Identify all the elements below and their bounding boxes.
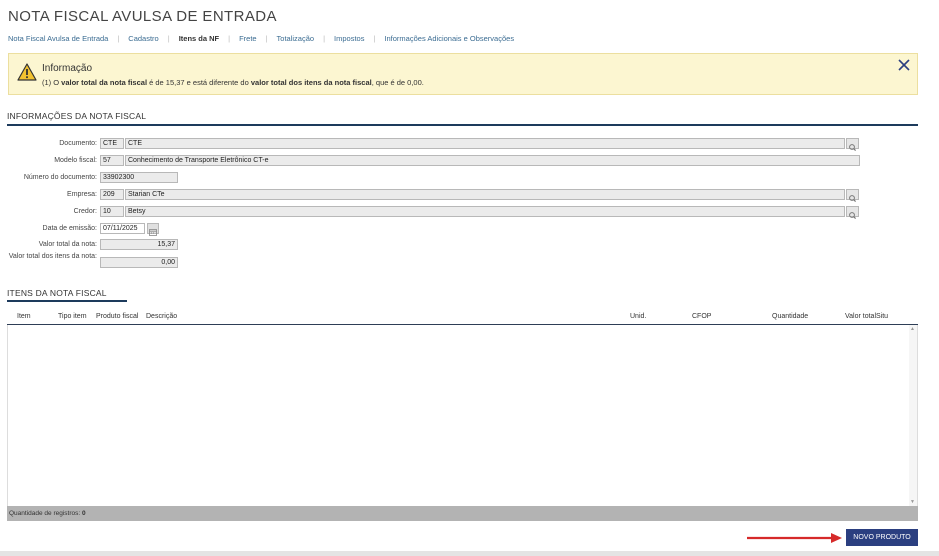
record-count-label: Quantidade de registros: (9, 510, 81, 517)
modelo-desc-field: Conhecimento de Transporte Eletrônico CT… (125, 155, 860, 166)
credor-search-button[interactable] (846, 206, 859, 220)
tab-nota-fiscal[interactable]: Nota Fiscal Avulsa de Entrada (8, 34, 108, 43)
info-title: Informação (42, 63, 93, 74)
tab-cadastro[interactable]: Cadastro (128, 34, 158, 43)
valor-total-field: 15,37 (100, 239, 178, 250)
tab-informacoes-adicionais[interactable]: Informações Adicionais e Observações (384, 34, 514, 43)
modelo-code-field[interactable]: 57 (100, 155, 124, 166)
search-icon (849, 144, 857, 152)
column-header-descricao[interactable]: Descrição (146, 313, 177, 320)
tab-impostos[interactable]: Impostos (334, 34, 364, 43)
warning-icon (17, 63, 37, 81)
record-count-value: 0 (82, 510, 86, 517)
tab-separator: | (117, 33, 120, 43)
data-emissao-field[interactable]: 07/11/2025 (100, 223, 145, 234)
empresa-label: Empresa: (67, 191, 97, 198)
column-header-item[interactable]: Item (17, 313, 31, 320)
info-banner: Informação (1) O valor total da nota fis… (8, 53, 918, 95)
documento-search-button[interactable] (846, 138, 859, 152)
search-icon (849, 212, 857, 220)
vertical-scrollbar[interactable]: ▲ ▼ (909, 325, 917, 506)
tab-bar: Nota Fiscal Avulsa de Entrada | Cadastro |… (8, 32, 514, 44)
bottom-bar (0, 551, 939, 556)
column-header-valor-total[interactable]: Valor total (845, 313, 876, 320)
red-arrow-annotation-icon (747, 533, 842, 543)
column-header-tipo-item[interactable]: Tipo item (58, 313, 87, 320)
tab-separator: | (265, 33, 268, 43)
column-header-cfop[interactable]: CFOP (692, 313, 711, 320)
section-divider (7, 124, 918, 126)
credor-desc-field: Betsy (125, 206, 845, 217)
section-title-info: INFORMAÇÕES DA NOTA FISCAL (7, 111, 147, 121)
tab-totalizacao[interactable]: Totalização (277, 34, 315, 43)
documento-code-field[interactable]: CTE (100, 138, 124, 149)
novo-produto-button[interactable]: NOVO PRODUTO (846, 529, 918, 546)
tab-itens-nf[interactable]: Itens da NF (179, 34, 219, 43)
items-table-header: Item Tipo item Produto fiscal Descrição … (7, 311, 918, 326)
empresa-code-field[interactable]: 209 (100, 189, 124, 200)
info-message: (1) O valor total da nota fiscal é de 15… (42, 78, 424, 87)
search-icon (849, 195, 857, 203)
numero-documento-field[interactable]: 33902300 (100, 172, 178, 183)
items-table-footer: Quantidade de registros: 0 (7, 506, 918, 521)
calendar-icon (149, 229, 157, 236)
items-table-body: ▲ ▼ (7, 325, 918, 506)
column-header-situacao[interactable]: Situ (876, 313, 888, 320)
empresa-desc-field: Starian CTe (125, 189, 845, 200)
modelo-label: Modelo fiscal: (54, 157, 97, 164)
emissao-label: Data de emissão: (42, 225, 97, 232)
page-title: NOTA FISCAL AVULSA DE ENTRADA (8, 8, 277, 25)
documento-label: Documento: (59, 140, 97, 147)
tab-separator: | (167, 33, 170, 43)
valor-itens-label: Valor total dos itens da nota: (8, 253, 97, 260)
empresa-search-button[interactable] (846, 189, 859, 203)
documento-desc-field: CTE (125, 138, 845, 149)
numero-label: Número do documento: (23, 174, 97, 181)
credor-code-field[interactable]: 10 (100, 206, 124, 217)
tab-separator: | (323, 33, 326, 43)
valor-itens-field: 0,00 (100, 257, 178, 268)
section-divider (7, 300, 127, 302)
column-header-unid[interactable]: Unid. (630, 313, 646, 320)
scroll-down-icon[interactable]: ▼ (910, 499, 915, 505)
section-title-items: ITENS DA NOTA FISCAL (7, 288, 107, 298)
credor-label: Credor: (73, 208, 97, 215)
tab-separator: | (373, 33, 376, 43)
valor-total-label: Valor total da nota: (38, 241, 97, 248)
calendar-button[interactable] (147, 223, 159, 236)
column-header-produto-fiscal[interactable]: Produto fiscal (96, 313, 138, 320)
column-header-quantidade[interactable]: Quantidade (772, 313, 808, 320)
tab-frete[interactable]: Frete (239, 34, 257, 43)
scroll-up-icon[interactable]: ▲ (910, 326, 915, 332)
close-icon[interactable] (897, 58, 911, 72)
tab-separator: | (228, 33, 231, 43)
